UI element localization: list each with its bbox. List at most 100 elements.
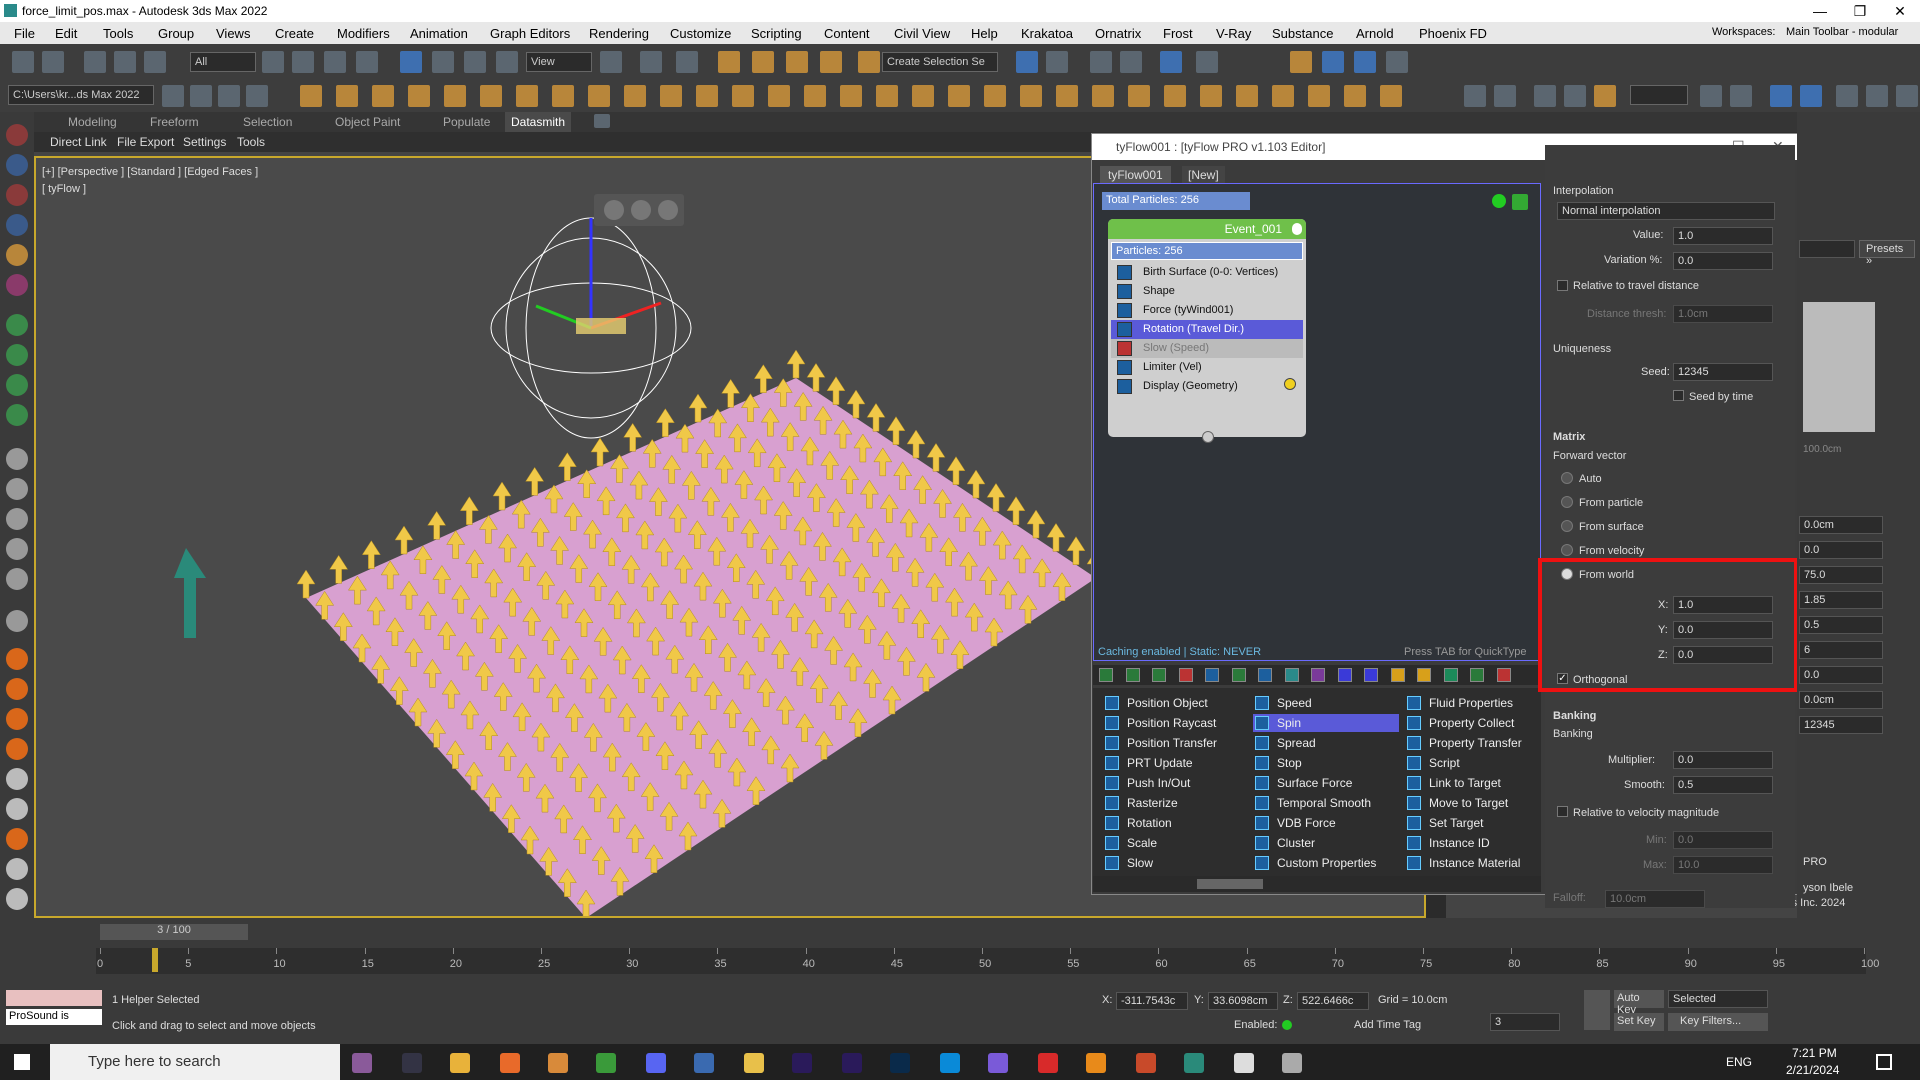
skype-icon[interactable] [940,1053,960,1073]
category-icon[interactable] [1284,668,1299,682]
link-icon[interactable] [84,51,106,73]
list-icon[interactable] [6,610,28,632]
subtab-settings[interactable]: Settings [183,135,226,149]
tab-object-paint[interactable]: Object Paint [335,115,400,129]
particle-tool-icon-23[interactable] [1092,85,1114,107]
project-icon-2[interactable] [190,85,212,107]
particle-tool-icon-3[interactable] [372,85,394,107]
close-button[interactable]: ✕ [1880,2,1920,20]
create-cameras-icon[interactable] [6,214,28,236]
phoenix-fire-icon-1[interactable] [6,648,28,670]
app-icon-17[interactable] [1136,1053,1156,1073]
particle-tool-icon-13[interactable] [732,85,754,107]
category-icon[interactable] [1496,668,1511,682]
value-spinner[interactable]: 1.0 [1673,227,1773,245]
viber-icon[interactable] [988,1053,1008,1073]
x-coord[interactable]: -311.7543c [1116,992,1188,1010]
enabled-icon[interactable] [1282,1020,1292,1030]
event-header[interactable]: Event_001 [1108,219,1306,239]
select-object-icon[interactable] [262,51,284,73]
interpolation-mode-select[interactable]: Normal interpolation [1557,202,1775,220]
selection-filter[interactable]: All [190,52,256,72]
min-spinner[interactable]: 0.0 [1673,831,1773,849]
presets-button[interactable]: Presets » [1859,240,1915,267]
palette-operator[interactable]: Spread [1253,734,1399,752]
key-filters-button[interactable]: Key Filters... [1668,1013,1768,1031]
hierarchy-icon[interactable] [6,344,28,366]
subtab-direct-link[interactable]: Direct Link [50,135,107,149]
filter-select-2[interactable] [1630,85,1688,105]
palette-operator[interactable]: Rotation [1103,814,1249,832]
command-panel-value[interactable]: 0.5 [1799,616,1883,634]
unlink-icon[interactable] [114,51,136,73]
timeline-track[interactable]: 0 5 10 15 20 25 30 35 40 45 50 55 60 65 70 75 80 85 90 95 10… [96,948,1879,974]
ribbon-options-icon[interactable] [594,114,610,128]
palette-operator[interactable]: Custom Properties [1253,854,1399,872]
auto-key-button[interactable]: Auto Key [1614,990,1664,1016]
cache-status-icon[interactable] [1492,194,1506,208]
particle-tool-icon-9[interactable] [588,85,610,107]
chrome-icon[interactable] [596,1053,616,1073]
menu-frost[interactable]: Frost [1163,26,1193,41]
event-operator[interactable]: Force (tyWind001) [1111,301,1303,320]
palette-scrollbar[interactable] [1093,876,1541,892]
discord-icon[interactable] [646,1053,666,1073]
event-output-socket[interactable] [1202,431,1214,443]
bind-icon-2[interactable] [1594,85,1616,107]
pivot-icon[interactable] [600,51,622,73]
clock-date[interactable]: 2/21/2024 [1786,1063,1839,1077]
subtab-file-export[interactable]: File Export [117,135,174,149]
palette-operator[interactable]: Move to Target [1405,794,1551,812]
palette-operator[interactable]: Position Transfer [1103,734,1249,752]
set-key-big-icon[interactable] [1584,990,1610,1030]
particle-tool-icon-4[interactable] [408,85,430,107]
set-key-button[interactable]: Set Key [1614,1013,1664,1031]
palette-operator[interactable]: Instance ID [1405,834,1551,852]
event-operator[interactable]: Shape [1111,282,1303,301]
command-panel-value[interactable]: 0.0cm [1799,691,1883,709]
trash-icon[interactable] [6,568,28,590]
particle-tool-icon-24[interactable] [1128,85,1150,107]
link-icon-2[interactable] [1534,85,1556,107]
phoenix-fire-icon-4[interactable] [6,738,28,760]
snap-3d-icon[interactable] [718,51,740,73]
project-icon-4[interactable] [246,85,268,107]
particle-tool-icon-2[interactable] [336,85,358,107]
y-coord[interactable]: 33.6098cm [1208,992,1278,1010]
palette-operator[interactable]: Rasterize [1103,794,1249,812]
palette-operator[interactable]: Spin [1253,714,1399,732]
toggle-ribbon-icon[interactable] [1160,51,1182,73]
after-effects-taskbar-icon-2[interactable] [842,1053,862,1073]
select-by-name-icon[interactable] [292,51,314,73]
render-setup-icon[interactable] [1290,51,1312,73]
reference-coord-select[interactable]: View [526,52,592,72]
windows-start-icon[interactable] [14,1054,30,1070]
opera-icon[interactable] [1038,1053,1058,1073]
subtab-tools[interactable]: Tools [237,135,265,149]
palette-operator[interactable]: Fluid Properties [1405,694,1551,712]
menu-vray[interactable]: V-Ray [1216,26,1251,41]
scale-icon-2[interactable] [1896,85,1918,107]
rotate-icon[interactable] [432,51,454,73]
redo-icon[interactable] [42,51,64,73]
clock-time[interactable]: 7:21 PM [1792,1046,1837,1060]
event-operator[interactable]: Display (Geometry) [1111,377,1303,396]
tab-freeform[interactable]: Freeform [150,115,199,129]
category-icon[interactable] [1417,668,1431,682]
app-icon-19[interactable] [1234,1053,1254,1073]
window-crossing-icon[interactable] [356,51,378,73]
list-view-icon[interactable] [631,200,651,220]
move-icon[interactable] [400,51,422,73]
menu-customize[interactable]: Customize [670,26,731,41]
particle-tool-icon-12[interactable] [696,85,718,107]
event-operator[interactable]: Rotation (Travel Dir.) [1111,320,1303,339]
menu-ornatrix[interactable]: Ornatrix [1095,26,1141,41]
radio-from-particle[interactable] [1561,496,1573,508]
particle-tool-icon-7[interactable] [516,85,538,107]
tab-modeling[interactable]: Modeling [68,115,117,129]
scale-icon[interactable] [464,51,486,73]
align-objects-icon[interactable] [1046,51,1068,73]
app-icon-9[interactable] [744,1053,764,1073]
layer-explorer-icon[interactable] [1120,51,1142,73]
menu-rendering[interactable]: Rendering [589,26,649,41]
